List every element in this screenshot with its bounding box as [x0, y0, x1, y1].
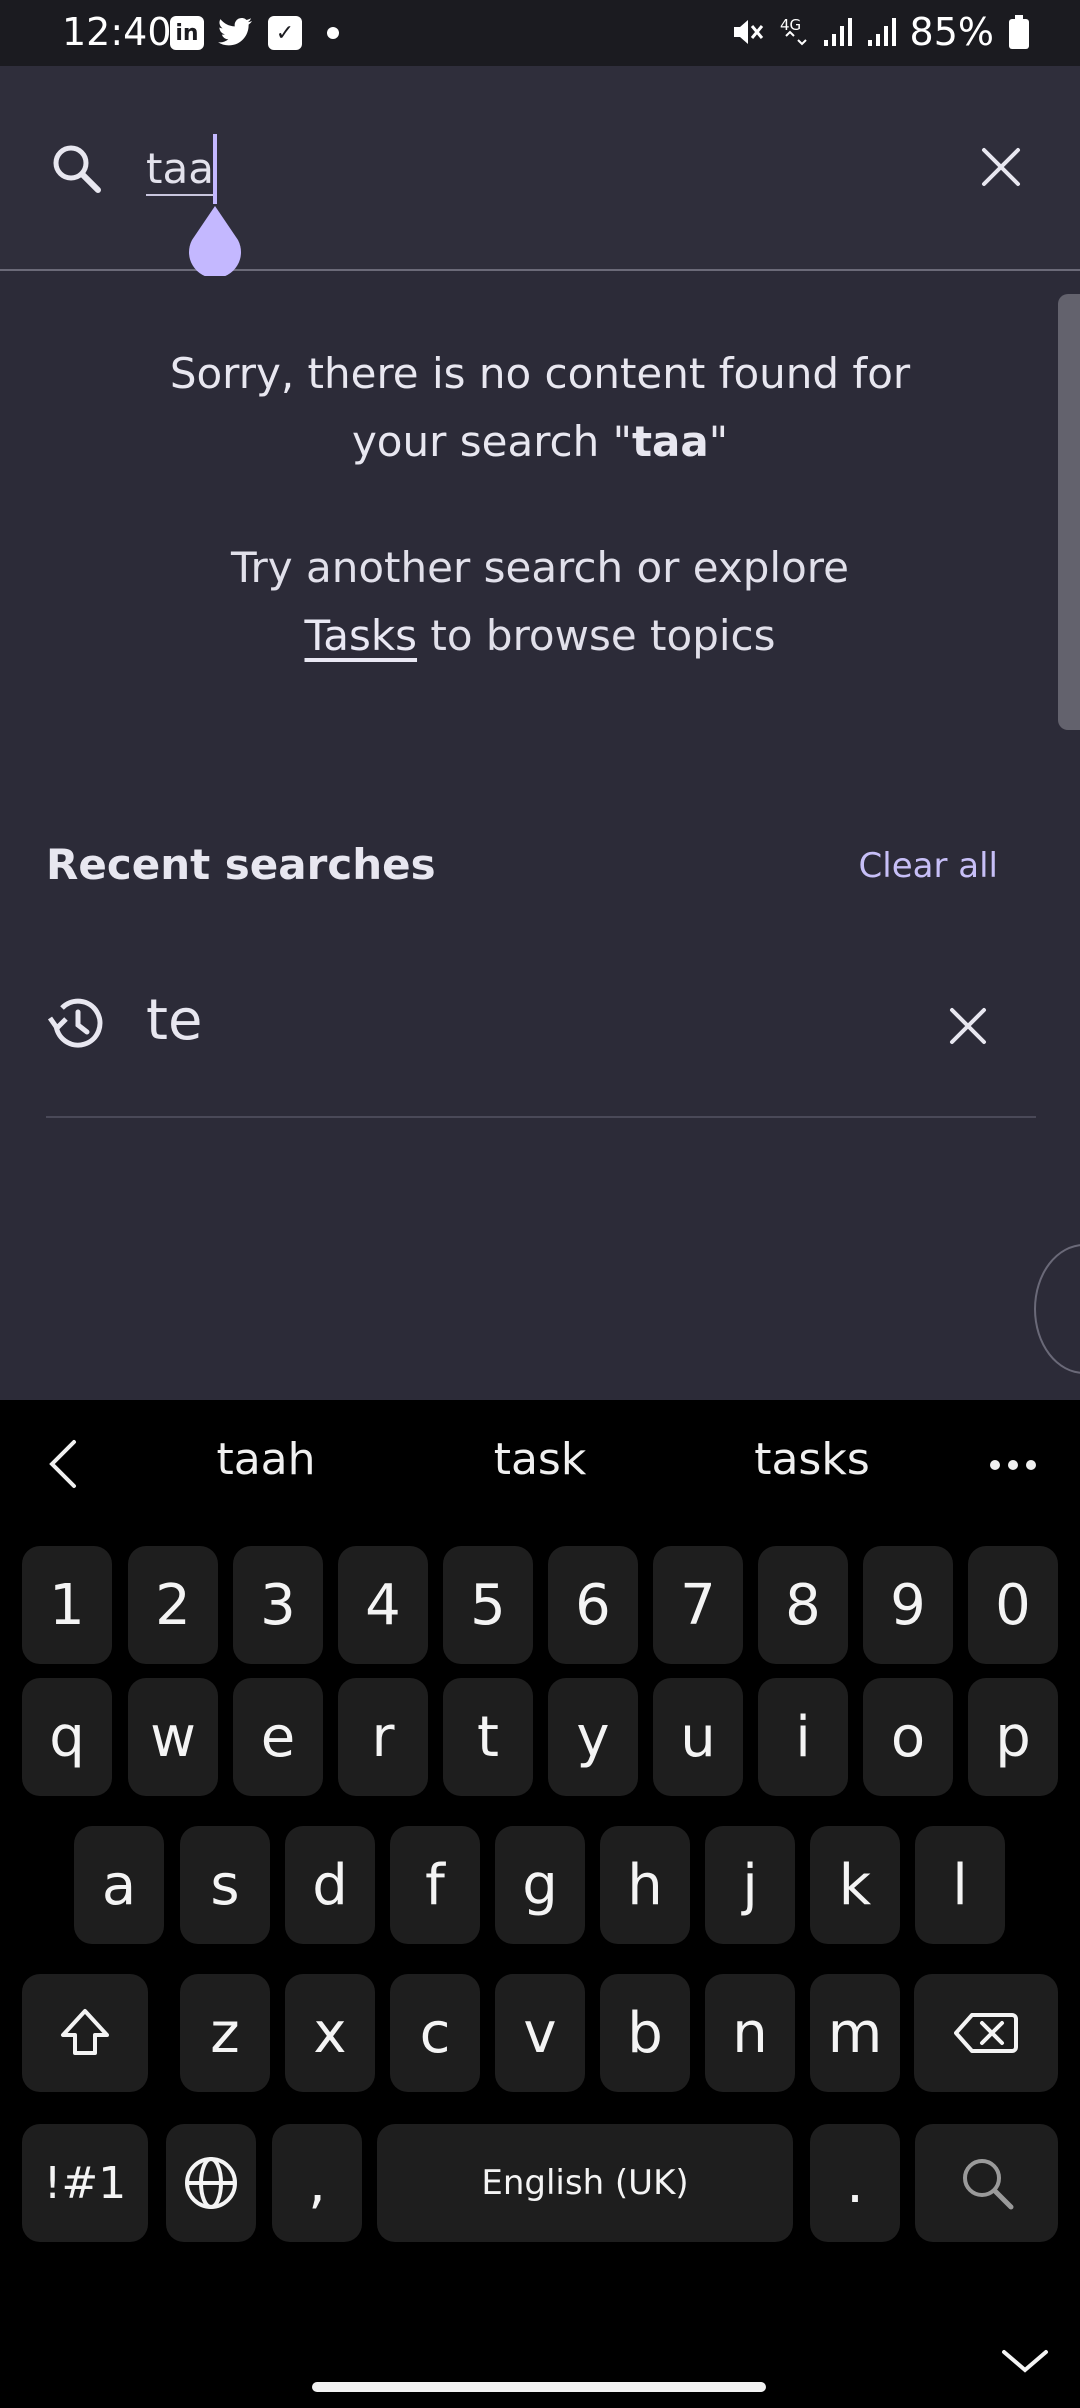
cursor-handle-icon[interactable]: [186, 206, 244, 276]
dot-icon: [327, 27, 339, 39]
scrollbar-thumb[interactable]: [1058, 294, 1080, 730]
key[interactable]: 3: [233, 1546, 323, 1664]
search-icon: [962, 2159, 1013, 2210]
comma-key[interactable]: ,: [272, 2124, 362, 2242]
status-bar: 12:40 in ✓ 4G 85%: [0, 0, 1080, 66]
close-icon[interactable]: [946, 1004, 990, 1048]
key[interactable]: d: [285, 1826, 375, 1944]
suggestion-item[interactable]: taah: [176, 1434, 356, 1485]
key[interactable]: v: [495, 1974, 585, 2092]
more-icon[interactable]: [988, 1458, 1038, 1472]
key[interactable]: i: [758, 1678, 848, 1796]
linkedin-icon: in: [170, 16, 204, 50]
key[interactable]: s: [180, 1826, 270, 1944]
search-header: [0, 66, 1080, 276]
status-right: 4G 85%: [728, 10, 1030, 54]
tasks-link[interactable]: Tasks: [305, 611, 418, 660]
shift-key[interactable]: [22, 1974, 148, 2092]
chevron-left-icon[interactable]: [44, 1438, 80, 1490]
key[interactable]: o: [863, 1678, 953, 1796]
no-results-line1: Sorry, there is no content found for: [169, 349, 911, 398]
language-key[interactable]: [166, 2124, 256, 2242]
twitter-icon: [218, 17, 252, 46]
close-icon[interactable]: [978, 144, 1024, 190]
key[interactable]: h: [600, 1826, 690, 1944]
key[interactable]: 6: [548, 1546, 638, 1664]
key[interactable]: p: [968, 1678, 1058, 1796]
no-results-line2: your search "taa": [351, 417, 729, 466]
key[interactable]: 4: [338, 1546, 428, 1664]
recent-search-label: te: [146, 988, 203, 1053]
key[interactable]: u: [653, 1678, 743, 1796]
key[interactable]: j: [705, 1826, 795, 1944]
shift-icon: [61, 2009, 109, 2055]
text-cursor: [213, 134, 217, 204]
key[interactable]: 0: [968, 1546, 1058, 1664]
key[interactable]: n: [705, 1974, 795, 2092]
search-icon: [53, 145, 101, 193]
history-icon: [47, 998, 103, 1048]
backspace-key[interactable]: [914, 1974, 1058, 2092]
input-underline: [146, 194, 216, 196]
key[interactable]: y: [548, 1678, 638, 1796]
key[interactable]: 1: [22, 1546, 112, 1664]
suggestion-bar: taah task tasks: [0, 1400, 1080, 1526]
signal-icon: [823, 18, 852, 46]
mute-icon: [733, 20, 763, 44]
suggestion-item[interactable]: tasks: [722, 1434, 902, 1485]
key[interactable]: q: [22, 1678, 112, 1796]
key[interactable]: 2: [128, 1546, 218, 1664]
key[interactable]: b: [600, 1974, 690, 2092]
key[interactable]: a: [74, 1826, 164, 1944]
key[interactable]: 7: [653, 1546, 743, 1664]
recent-search-item[interactable]: te: [46, 960, 1036, 1118]
search-term: taa: [631, 417, 709, 466]
battery-icon: [1009, 15, 1029, 49]
search-input[interactable]: [146, 136, 946, 200]
recent-searches-title: Recent searches: [46, 840, 436, 889]
checkbox-icon: ✓: [268, 16, 302, 50]
key[interactable]: 9: [863, 1546, 953, 1664]
battery-percent: 85%: [909, 10, 994, 54]
no-results-hint: Try another search or explore Tasks to b…: [231, 543, 849, 660]
keyboard: taah task tasks 1 2 3 4 5 6 7 8 9 0 q w …: [0, 1400, 1080, 2408]
status-time: 12:40: [62, 10, 172, 54]
signal-icon: [867, 18, 896, 46]
no-results-message: Sorry, there is no content found for you…: [120, 340, 960, 476]
space-key[interactable]: English (UK): [377, 2124, 793, 2242]
globe-icon: [185, 2157, 237, 2209]
key[interactable]: l: [915, 1826, 1005, 1944]
4g-icon: 4G: [780, 16, 807, 46]
floating-edge-button[interactable]: [1034, 1244, 1080, 1374]
suggestion-item[interactable]: task: [450, 1434, 630, 1485]
key[interactable]: 5: [443, 1546, 533, 1664]
backspace-icon: [954, 2013, 1018, 2053]
key[interactable]: r: [338, 1678, 428, 1796]
search-key[interactable]: [915, 2124, 1058, 2242]
notification-icons: in ✓: [170, 16, 350, 50]
key[interactable]: w: [128, 1678, 218, 1796]
key[interactable]: f: [390, 1826, 480, 1944]
key[interactable]: z: [180, 1974, 270, 2092]
key[interactable]: 8: [758, 1546, 848, 1664]
key[interactable]: k: [810, 1826, 900, 1944]
key[interactable]: t: [443, 1678, 533, 1796]
key[interactable]: m: [810, 1974, 900, 2092]
key[interactable]: x: [285, 1974, 375, 2092]
key[interactable]: c: [390, 1974, 480, 2092]
key[interactable]: e: [233, 1678, 323, 1796]
chevron-down-icon[interactable]: [1000, 2346, 1050, 2376]
symbols-key[interactable]: !#1: [22, 2124, 148, 2242]
clear-all-button[interactable]: Clear all: [859, 846, 998, 886]
period-key[interactable]: .: [810, 2124, 900, 2242]
key[interactable]: g: [495, 1826, 585, 1944]
home-indicator[interactable]: [312, 2382, 766, 2392]
